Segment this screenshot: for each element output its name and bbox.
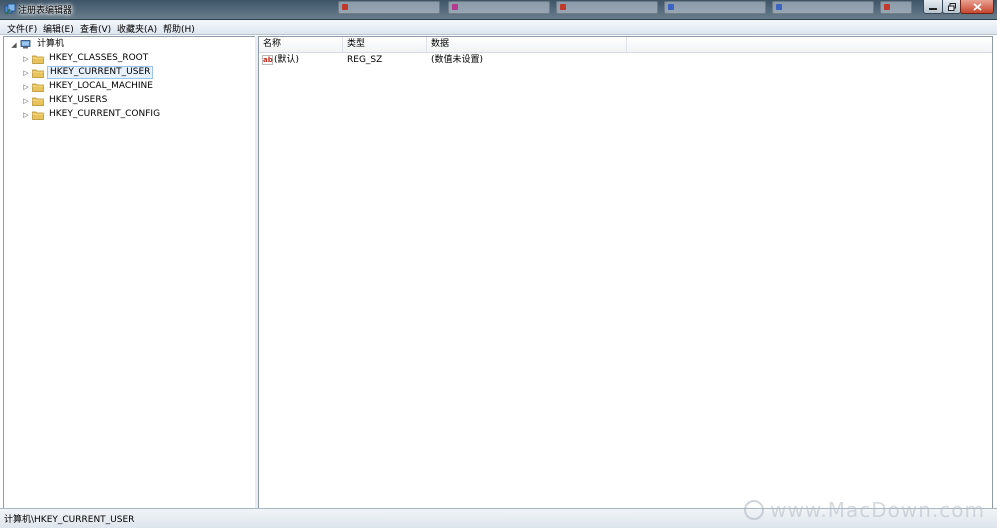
menu-file[interactable]: 文件(F)	[7, 22, 37, 35]
watermark: www.MacDown.com	[744, 496, 985, 524]
background-taskbar-tab	[664, 1, 766, 14]
folder-icon	[32, 83, 44, 92]
menu-help[interactable]: 帮助(H)	[163, 22, 195, 35]
background-taskbar-tab	[556, 1, 658, 14]
list-header: 名称 类型 数据	[259, 37, 992, 53]
column-header-data[interactable]: 数据	[427, 37, 627, 52]
tree-item-hkey-local-machine[interactable]: ▷ HKEY_LOCAL_MACHINE	[22, 80, 155, 93]
tree-item-computer[interactable]: ◢ 计算机	[10, 38, 66, 51]
table-row[interactable]: ab (默认) REG_SZ (数值未设置)	[259, 54, 992, 67]
tree-item-hkey-users[interactable]: ▷ HKEY_USERS	[22, 94, 109, 107]
title-bar[interactable]: 注册表编辑器	[0, 0, 997, 20]
close-button[interactable]	[960, 0, 994, 14]
tree-item-hkey-classes-root[interactable]: ▷ HKEY_CLASSES_ROOT	[22, 52, 150, 65]
folder-icon	[32, 97, 44, 106]
tree-label: HKEY_CLASSES_ROOT	[49, 53, 149, 63]
column-header-name[interactable]: 名称	[259, 37, 343, 52]
expand-arrow-icon[interactable]: ▷	[22, 55, 30, 63]
expand-arrow-icon[interactable]: ▷	[22, 69, 30, 77]
computer-icon	[20, 39, 31, 48]
tree-label: HKEY_CURRENT_CONFIG	[49, 109, 161, 119]
status-path: 计算机\HKEY_CURRENT_USER	[4, 515, 135, 525]
value-data: (数值未设置)	[431, 55, 484, 65]
close-icon	[972, 2, 982, 11]
menu-view[interactable]: 查看(V)	[80, 22, 111, 35]
window-controls	[923, 0, 994, 15]
tree-label: HKEY_LOCAL_MACHINE	[49, 81, 153, 91]
background-taskbar-tab	[338, 1, 440, 14]
background-taskbar-tab	[880, 1, 912, 14]
background-taskbar-tab	[772, 1, 874, 14]
tree-label: HKEY_USERS	[49, 95, 108, 105]
folder-icon	[32, 111, 44, 120]
watermark-text: www.MacDown.com	[770, 498, 985, 522]
expand-arrow-icon[interactable]: ▷	[22, 97, 30, 105]
expand-arrow-icon[interactable]: ▷	[22, 111, 30, 119]
minimize-icon	[929, 7, 937, 10]
tree-label-selected: HKEY_CURRENT_USER	[47, 66, 154, 79]
value-name: (默认)	[274, 55, 300, 65]
collapse-arrow-icon[interactable]: ◢	[10, 41, 18, 49]
restore-icon	[947, 2, 956, 11]
watermark-logo-icon	[744, 500, 765, 520]
menu-bar: 文件(F) 编辑(E) 查看(V) 收藏夹(A) 帮助(H)	[0, 20, 997, 35]
value-type: REG_SZ	[347, 55, 383, 65]
folder-icon	[32, 55, 44, 64]
tree-label-computer: 计算机	[37, 39, 65, 49]
restore-button[interactable]	[942, 0, 961, 14]
tree-item-hkey-current-config[interactable]: ▷ HKEY_CURRENT_CONFIG	[22, 108, 162, 121]
menu-favorites[interactable]: 收藏夹(A)	[117, 22, 157, 35]
menu-edit[interactable]: 编辑(E)	[43, 22, 74, 35]
string-value-icon: ab	[262, 55, 273, 65]
registry-values-pane[interactable]: 名称 类型 数据 ab (默认) REG_SZ (数值未设置)	[258, 36, 993, 509]
tree-item-hkey-current-user[interactable]: ▷ HKEY_CURRENT_USER	[22, 66, 154, 79]
regedit-app-icon	[4, 3, 16, 15]
registry-tree-pane[interactable]: ◢ 计算机 ▷ HKEY_CLASSES_ROOT ▷ HKEY_CURRENT…	[3, 36, 256, 509]
expand-arrow-icon[interactable]: ▷	[22, 83, 30, 91]
minimize-button[interactable]	[923, 0, 943, 14]
folder-icon	[32, 69, 44, 78]
window-title: 注册表编辑器	[18, 6, 73, 16]
column-header-type[interactable]: 类型	[343, 37, 427, 52]
background-taskbar-tab	[448, 1, 550, 14]
